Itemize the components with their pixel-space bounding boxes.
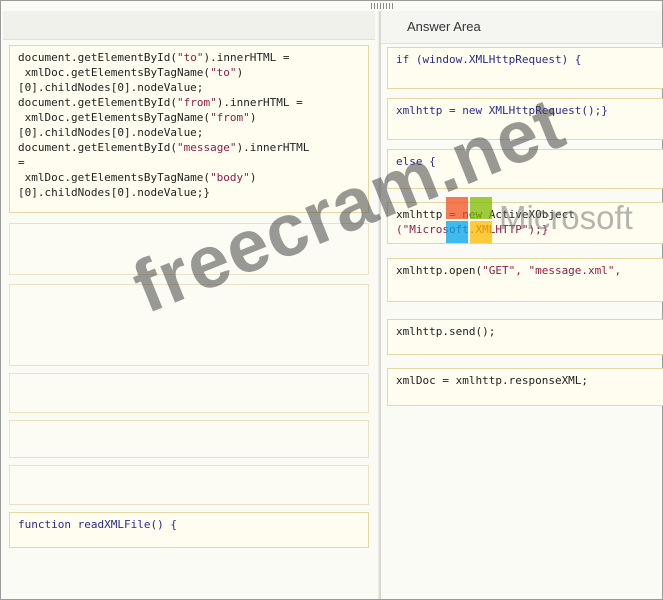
- drag-drop-frame: Answer Area document.getElementById("to"…: [0, 0, 663, 600]
- code-line: [0].childNodes[0].nodeValue;}: [18, 185, 360, 200]
- code-text: if (window.XMLHttpRequest) {: [396, 53, 582, 66]
- source-empty-slot[interactable]: [9, 373, 369, 413]
- answer-area-header: Answer Area: [381, 11, 662, 44]
- answer-code-block[interactable]: else {: [387, 149, 663, 189]
- code-line: if (window.XMLHttpRequest) {: [396, 52, 655, 67]
- answer-code-block[interactable]: xmlhttp.send();: [387, 319, 663, 355]
- code-line: =: [18, 155, 360, 170]
- source-code-block[interactable]: function readXMLFile() {: [9, 512, 369, 548]
- code-line: xmlhttp.open("GET", "message.xml",: [396, 263, 655, 278]
- code-string: "from": [176, 96, 217, 109]
- code-text: [0].childNodes[0].nodeValue;: [18, 126, 204, 139]
- source-empty-slot[interactable]: [9, 223, 369, 275]
- watermark-brand: Microsoft: [499, 199, 633, 236]
- code-text: ).innerHTML =: [203, 51, 290, 64]
- resize-grip[interactable]: [371, 3, 393, 9]
- code-text: =: [18, 156, 25, 169]
- code-line: xmlDoc.getElementsByTagName("to"): [18, 65, 360, 80]
- code-text: xmlhttp.send();: [396, 325, 496, 338]
- answer-code-block[interactable]: xmlhttp.open("GET", "message.xml",: [387, 258, 663, 302]
- code-line: xmlhttp.send();: [396, 324, 655, 339]
- code-line: [0].childNodes[0].nodeValue;: [18, 125, 360, 140]
- code-line: xmlDoc = xmlhttp.responseXML;: [396, 373, 655, 388]
- code-string: "from": [210, 111, 250, 124]
- code-text: ).innerHTML: [236, 141, 310, 154]
- code-text: xmlDoc = xmlhttp.responseXML;: [396, 374, 589, 387]
- source-code-block[interactable]: document.getElementById("to").innerHTML …: [9, 45, 369, 213]
- code-text: xmlDoc.getElementsByTagName(: [18, 171, 211, 184]
- code-text: else {: [396, 155, 436, 168]
- code-line: function readXMLFile() {: [18, 517, 360, 532]
- answer-code-block[interactable]: xmlhttp = new XMLHttpRequest();}: [387, 98, 663, 140]
- microsoft-logo-icon: [446, 197, 494, 245]
- code-line: document.getElementById("from").innerHTM…: [18, 95, 360, 110]
- code-line: [0].childNodes[0].nodeValue;: [18, 80, 360, 95]
- code-text: xmlhttp.open(: [396, 264, 483, 277]
- source-empty-slot[interactable]: [9, 420, 369, 458]
- answer-code-block[interactable]: if (window.XMLHttpRequest) {: [387, 47, 663, 89]
- code-line: xmlhttp = new XMLHttpRequest();}: [396, 103, 655, 118]
- code-text: ): [249, 171, 257, 184]
- code-text: xmlDoc.getElementsByTagName(: [18, 66, 211, 79]
- code-string: "body": [210, 171, 250, 184]
- code-text: ): [249, 111, 257, 124]
- code-string: "to": [176, 51, 204, 64]
- code-string: "to": [210, 66, 237, 79]
- code-text: ).innerHTML =: [216, 96, 303, 109]
- answer-area-title: Answer Area: [407, 19, 481, 34]
- code-line: xmlDoc.getElementsByTagName("from"): [18, 110, 360, 125]
- code-line: else {: [396, 154, 655, 169]
- code-text: xmlhttp = new XMLHttpRequest();}: [396, 104, 608, 117]
- code-text: xmlDoc.getElementsByTagName(: [18, 111, 211, 124]
- code-line: xmlDoc.getElementsByTagName("body"): [18, 170, 360, 185]
- code-text: document.getElementById(: [18, 51, 177, 64]
- code-line: document.getElementById("message").inner…: [18, 140, 360, 155]
- source-area-header: [3, 11, 375, 40]
- code-text: ): [236, 66, 244, 79]
- code-text: [0].childNodes[0].nodeValue;}: [18, 186, 211, 199]
- code-string: "GET", "message.xml",: [482, 264, 622, 277]
- code-string: "message": [176, 141, 237, 154]
- code-text: function readXMLFile() {: [18, 518, 177, 531]
- pane-divider[interactable]: [378, 11, 381, 599]
- code-text: document.getElementById(: [18, 141, 177, 154]
- code-line: document.getElementById("to").innerHTML …: [18, 50, 360, 65]
- code-text: document.getElementById(: [18, 96, 177, 109]
- code-text: [0].childNodes[0].nodeValue;: [18, 81, 204, 94]
- source-empty-slot[interactable]: [9, 465, 369, 505]
- answer-code-block[interactable]: xmlDoc = xmlhttp.responseXML;: [387, 368, 663, 406]
- source-empty-slot[interactable]: [9, 284, 369, 366]
